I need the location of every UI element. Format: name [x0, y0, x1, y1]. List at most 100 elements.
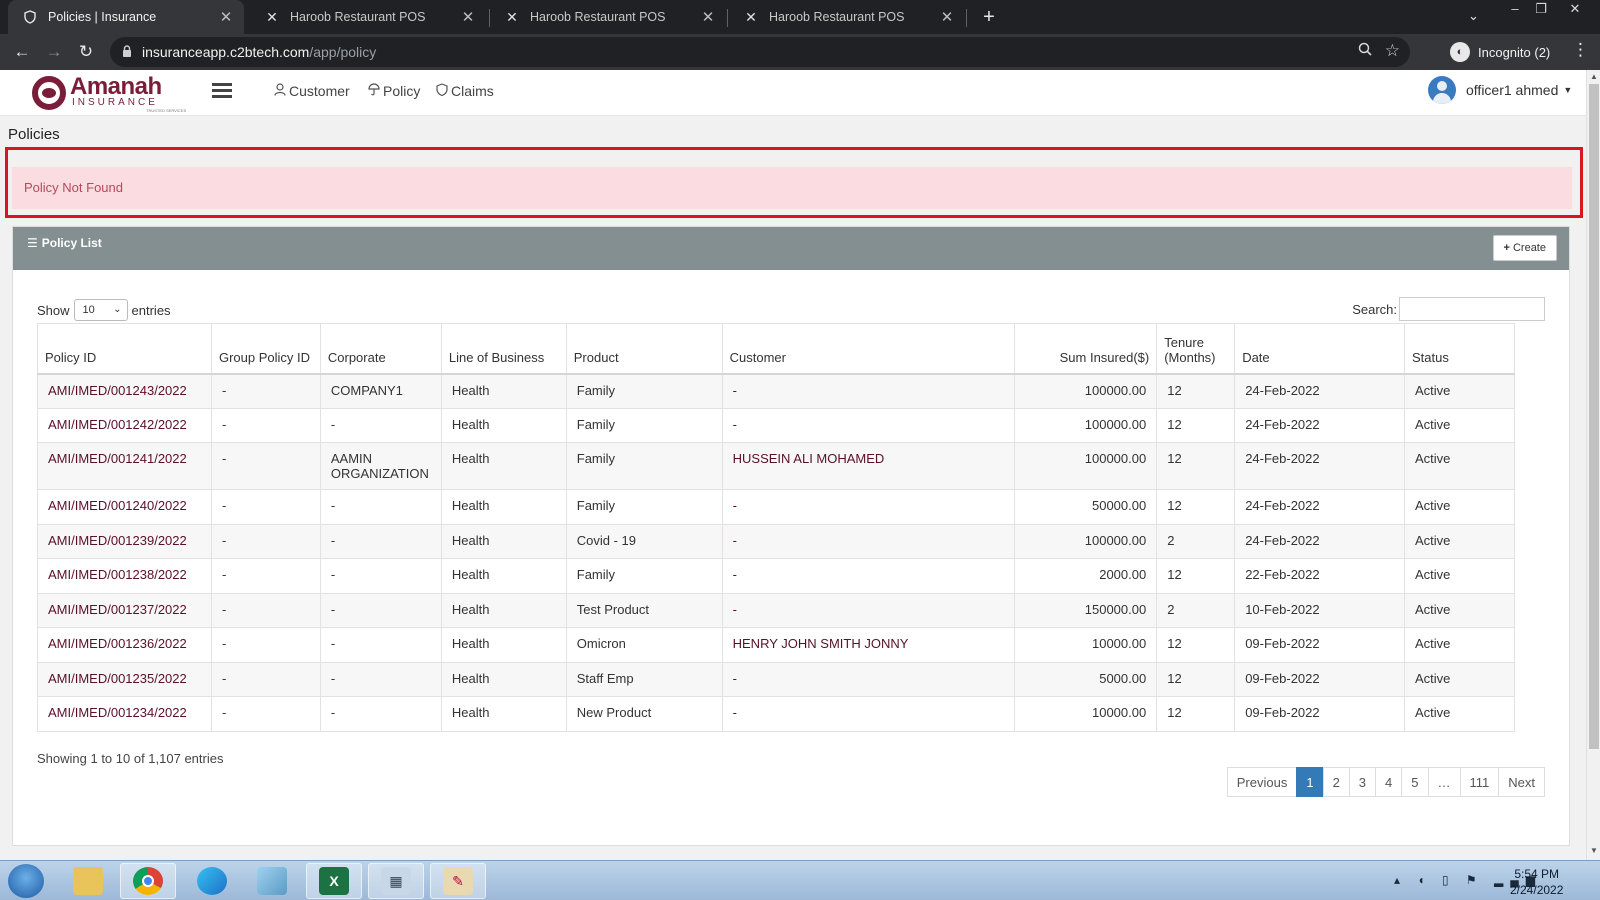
cell-corporate: -: [319, 661, 442, 697]
close-icon[interactable]: ✕: [218, 8, 234, 26]
back-icon[interactable]: ←: [10, 40, 34, 64]
paint-icon[interactable]: ✎: [430, 863, 486, 899]
cell-group-policy-id: -: [210, 523, 321, 559]
logo-mark: [32, 76, 66, 110]
cell-group-policy-id: -: [210, 442, 321, 490]
calculator-icon[interactable]: ▦: [368, 863, 424, 899]
tab-haroob-1[interactable]: ✕ Haroob Restaurant POS ✕: [250, 0, 486, 34]
tab-haroob-3[interactable]: ✕ Haroob Restaurant POS ✕: [729, 0, 965, 34]
scroll-down-icon[interactable]: ▼: [1590, 846, 1598, 855]
incognito-icon: ◐: [1450, 42, 1470, 62]
reload-icon[interactable]: ↻: [74, 40, 98, 64]
col-policy-id[interactable]: Policy ID: [37, 323, 212, 375]
cell-sum-insured: 5000.00: [1014, 661, 1158, 697]
user-menu[interactable]: officer1 ahmed ▼: [1428, 76, 1572, 104]
shield-icon: [22, 9, 38, 25]
table-row[interactable]: AMI/IMED/001238/2022- - Health Family -2000.…: [37, 558, 1515, 594]
amanah-logo[interactable]: Amanah INSURANCE TRUSTED SERVICES: [28, 72, 200, 116]
cell-policy-id: AMI/IMED/001242/2022: [37, 407, 212, 443]
table-row[interactable]: AMI/IMED/001236/2022- - Health Omicron HENRY…: [37, 627, 1515, 663]
cell-date: 24-Feb-2022: [1234, 523, 1405, 559]
notepad-icon[interactable]: [244, 863, 300, 899]
table-row[interactable]: AMI/IMED/001243/2022- COMPANY1 Health Famil…: [37, 373, 1515, 409]
pagination-page-3[interactable]: 3: [1348, 767, 1377, 797]
tab-haroob-2[interactable]: ✕ Haroob Restaurant POS ✕: [490, 0, 726, 34]
start-button-icon[interactable]: [8, 864, 44, 898]
tab-separator: [966, 9, 967, 27]
scroll-up-icon[interactable]: ▲: [1590, 72, 1598, 81]
excel-icon[interactable]: X: [306, 863, 362, 899]
tab-policies[interactable]: Policies | Insurance ✕: [8, 0, 244, 34]
cell-policy-id: AMI/IMED/001237/2022: [37, 592, 212, 628]
col-group-policy-id[interactable]: Group Policy ID: [210, 323, 321, 375]
table-row[interactable]: AMI/IMED/001237/2022- - Health Test Product…: [37, 592, 1515, 628]
pagination-page-4[interactable]: 4: [1375, 767, 1403, 797]
bookmark-star-icon[interactable]: ☆: [1385, 41, 1400, 61]
zoom-icon[interactable]: [1358, 42, 1372, 60]
table-row[interactable]: AMI/IMED/001234/2022- - Health New Product -…: [37, 696, 1515, 732]
scrollbar-thumb[interactable]: [1589, 84, 1599, 749]
col-date[interactable]: Date: [1234, 323, 1405, 375]
cell-tenure: 12: [1156, 558, 1236, 594]
page-scrollbar[interactable]: ▲ ▼: [1586, 70, 1600, 860]
pagination-ellipsis[interactable]: …: [1427, 767, 1461, 797]
incognito-badge[interactable]: ◐ Incognito (2): [1450, 39, 1550, 65]
clock[interactable]: 5:54 PM 2/24/2022: [1510, 866, 1563, 898]
browser-menu-icon[interactable]: ⋮: [1572, 40, 1589, 60]
table-row[interactable]: AMI/IMED/001239/2022- - Health Covid - 19-1…: [37, 523, 1515, 559]
col-sum-insured[interactable]: Sum Insured($): [1014, 323, 1158, 375]
col-customer[interactable]: Customer: [721, 323, 1016, 375]
table-row[interactable]: AMI/IMED/001240/2022- - Health Family -50000…: [37, 489, 1515, 525]
pagination-page-1[interactable]: 1: [1296, 767, 1324, 797]
chrome-icon[interactable]: [120, 863, 176, 899]
col-product[interactable]: Product: [565, 323, 723, 375]
nav-claims[interactable]: Claims: [436, 83, 494, 99]
address-bar[interactable]: insuranceapp.c2btech.com/app/policy ☆: [110, 37, 1410, 67]
edge-icon[interactable]: [184, 863, 240, 899]
col-status[interactable]: Status: [1404, 323, 1515, 375]
tab-search-chevron-icon[interactable]: ⌄: [1468, 8, 1479, 24]
table-row[interactable]: AMI/IMED/001235/2022- - Health Staff Emp -50…: [37, 661, 1515, 697]
pagination-next-button[interactable]: Next: [1498, 767, 1545, 797]
cell-line-of-business: Health: [440, 558, 567, 594]
pagination-page-5[interactable]: 5: [1401, 767, 1429, 797]
close-icon[interactable]: ✕: [939, 8, 955, 26]
hamburger-menu-icon[interactable]: [212, 83, 232, 101]
restore-icon[interactable]: ❐: [1530, 0, 1552, 18]
search-input[interactable]: [1399, 297, 1545, 321]
pagination-previous-button[interactable]: Previous: [1226, 767, 1298, 797]
cell-line-of-business: Health: [440, 696, 567, 732]
cell-sum-insured: 10000.00: [1014, 627, 1158, 663]
forward-icon[interactable]: →: [42, 40, 66, 64]
cell-status: Active: [1404, 373, 1515, 409]
cell-line-of-business: Health: [440, 489, 567, 525]
cell-group-policy-id: -: [210, 407, 321, 443]
cell-policy-id: AMI/IMED/001243/2022: [37, 373, 212, 409]
create-button[interactable]: + Create: [1492, 235, 1557, 261]
panel-title: ☰ Policy List: [27, 236, 102, 250]
minimize-icon[interactable]: –: [1504, 0, 1526, 18]
cell-corporate: -: [319, 523, 442, 559]
window-close-icon[interactable]: ✕: [1564, 0, 1586, 18]
cell-customer: -: [721, 558, 1016, 594]
incognito-label: Incognito (2): [1478, 44, 1551, 60]
nav-policy[interactable]: Policy: [368, 83, 420, 99]
pagination-page-111[interactable]: 111: [1459, 767, 1500, 797]
close-icon[interactable]: ✕: [460, 8, 476, 26]
pagination-page-2[interactable]: 2: [1322, 767, 1350, 797]
cell-policy-id: AMI/IMED/001239/2022: [37, 523, 212, 559]
table-row[interactable]: AMI/IMED/001241/2022- AAMIN ORGANIZATION H…: [37, 442, 1515, 490]
col-corporate[interactable]: Corporate: [319, 323, 442, 375]
file-explorer-icon[interactable]: [60, 863, 116, 899]
nav-customer[interactable]: Customer: [274, 83, 350, 99]
entries-select[interactable]: 10 ⌄: [73, 299, 128, 321]
close-icon[interactable]: ✕: [700, 8, 716, 26]
entries-value: 10: [82, 304, 95, 316]
new-tab-button[interactable]: +: [976, 4, 1002, 30]
col-line-of-business[interactable]: Line of Business: [440, 323, 567, 375]
cell-status: Active: [1404, 558, 1515, 594]
cell-status: Active: [1404, 489, 1515, 525]
table-row[interactable]: AMI/IMED/001242/2022- - Health Family -10000…: [37, 407, 1515, 443]
col-tenure[interactable]: Tenure (Months): [1156, 323, 1236, 375]
cell-product: Family: [565, 407, 723, 443]
